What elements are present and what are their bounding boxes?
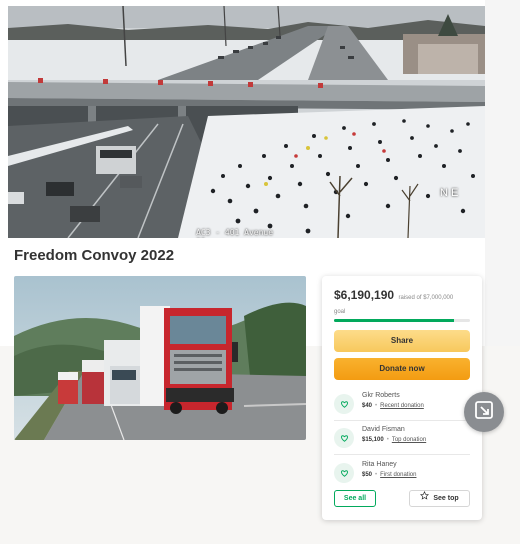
star-icon xyxy=(420,490,430,506)
campaign-photo[interactable] xyxy=(14,276,306,440)
donor-name: Gkr Roberts xyxy=(362,392,400,399)
see-all-button[interactable]: See all xyxy=(334,490,376,507)
separator-dot: • xyxy=(386,437,389,443)
heart-hand-icon xyxy=(334,394,354,414)
progress-bar xyxy=(334,319,470,322)
donor-amount: $15,100 xyxy=(362,437,384,443)
donate-now-button[interactable]: Donate now xyxy=(334,358,470,380)
expand-button[interactable] xyxy=(464,392,504,432)
separator-dot: • xyxy=(375,403,378,409)
expand-icon xyxy=(473,399,495,426)
raised-label: raised of $7,000,000 xyxy=(398,295,454,301)
donor-amount: $50 xyxy=(362,472,373,478)
camera-timestamp: AC3 - 401 Avenue 21 xyxy=(196,228,274,238)
donor-item: Gkr Roberts $40 • Recent donation xyxy=(334,392,474,422)
see-top-label: See top xyxy=(433,495,459,502)
camera-direction-mark: N E xyxy=(440,187,459,199)
donor-name: Rita Haney xyxy=(362,461,397,468)
campaign-title: Freedom Convoy 2022 xyxy=(14,247,175,264)
donor-name: David Fisman xyxy=(362,426,405,433)
progress-fill xyxy=(334,319,454,322)
heart-hand-icon xyxy=(334,428,354,448)
raised-amount: $6,190,190 xyxy=(334,288,395,302)
divider xyxy=(334,454,470,455)
donor-tag-link[interactable]: First donation xyxy=(380,472,416,478)
hero-photo: AC3 - 401 Avenue 21 N E xyxy=(8,6,485,238)
separator-dot: • xyxy=(375,472,378,478)
donor-tag-link[interactable]: Top donation xyxy=(392,437,426,443)
hero-photo-drawing xyxy=(8,6,485,238)
page-side-background xyxy=(485,0,520,346)
campaign-photo-drawing xyxy=(14,276,306,440)
donor-tag-link[interactable]: Recent donation xyxy=(380,403,424,409)
donor-item: David Fisman $15,100 • Top donation xyxy=(334,426,474,456)
heart-hand-icon xyxy=(334,463,354,483)
donor-meta: $40 • Recent donation xyxy=(362,403,424,409)
donor-meta: $50 • First donation xyxy=(362,472,416,478)
donor-meta: $15,100 • Top donation xyxy=(362,437,426,443)
raised-summary: $6,190,190 raised of $7,000,000 goal xyxy=(334,289,474,318)
donor-item: Rita Haney $50 • First donation xyxy=(334,461,474,491)
see-top-button[interactable]: See top xyxy=(409,490,470,507)
goal-suffix: goal xyxy=(334,309,346,315)
donation-card: $6,190,190 raised of $7,000,000 goal Sha… xyxy=(322,276,482,520)
donor-amount: $40 xyxy=(362,403,373,409)
share-button[interactable]: Share xyxy=(334,330,470,352)
divider xyxy=(334,420,470,421)
